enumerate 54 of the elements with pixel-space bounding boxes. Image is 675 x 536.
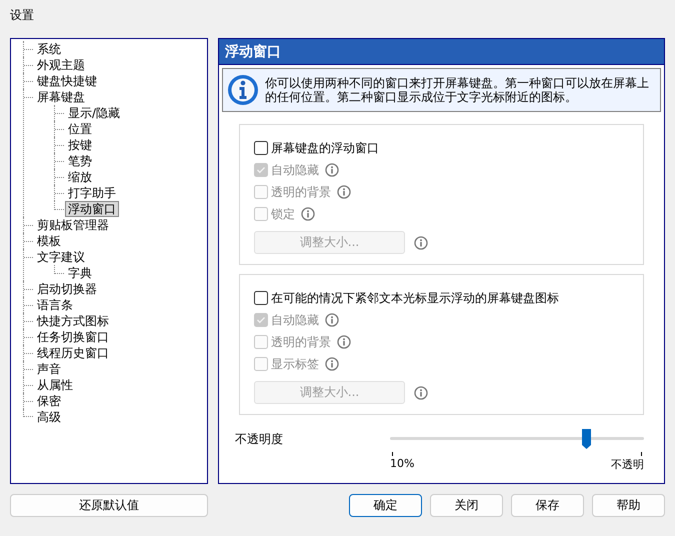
reset-defaults-button[interactable]: 还原默认值	[10, 494, 208, 517]
tree-item[interactable]: 文字建议	[34, 249, 88, 265]
info-text: 你可以使用两种不同的窗口来打开屏幕键盘。第一种窗口可以放在屏幕上的任何位置。第二种窗口显示成位于文字光标附近的图标。	[265, 76, 650, 104]
info-icon[interactable]	[325, 313, 339, 327]
tree-item[interactable]: 快捷方式图标	[34, 313, 112, 329]
info-icon[interactable]	[325, 163, 339, 177]
tree-item[interactable]: 笔势	[65, 153, 95, 169]
tree-item[interactable]: 外观主题	[34, 57, 88, 73]
info-icon[interactable]	[325, 357, 339, 371]
tree-item[interactable]: 高级	[34, 409, 64, 425]
dialog-button[interactable]: 帮助	[592, 494, 665, 517]
tree-item[interactable]: 声音	[34, 361, 64, 377]
tree-item[interactable]: 缩放	[65, 169, 95, 185]
tree-item[interactable]: 按键	[65, 137, 95, 153]
tree-item[interactable]: 系统	[34, 41, 64, 57]
dialog-button[interactable]: 保存	[511, 494, 584, 517]
tree-item[interactable]: 显示/隐藏	[65, 105, 124, 121]
tree-item[interactable]: 任务切换窗口	[34, 329, 112, 345]
checkbox[interactable]	[254, 141, 268, 155]
checkbox-label: 屏幕键盘的浮动窗口	[271, 140, 379, 156]
info-icon[interactable]	[414, 386, 428, 400]
tree-item[interactable]: 键盘快捷键	[34, 73, 100, 89]
tree-item[interactable]: 剪贴板管理器	[34, 217, 112, 233]
tree-item[interactable]: 保密	[34, 393, 64, 409]
tree-item[interactable]: 位置	[65, 121, 95, 137]
info-icon[interactable]	[414, 236, 428, 250]
max-label: 不透明	[611, 457, 644, 472]
tree-item[interactable]: 浮动窗口	[65, 201, 119, 217]
tree-item[interactable]: 字典	[65, 265, 95, 281]
tree-item[interactable]: 启动切换器	[34, 281, 100, 297]
checkbox-label: 锁定	[271, 206, 295, 222]
checkbox-label: 自动隐藏	[271, 162, 319, 178]
tree-item[interactable]: 打字助手	[65, 185, 119, 201]
info-icon	[227, 74, 259, 106]
checkbox[interactable]	[254, 291, 268, 305]
slider-thumb[interactable]	[580, 428, 592, 450]
info-icon[interactable]	[337, 185, 351, 199]
dialog-button[interactable]: 关闭	[430, 494, 503, 517]
info-icon[interactable]	[301, 207, 315, 221]
tree-item[interactable]: 模板	[34, 233, 64, 249]
tree-item[interactable]: 屏幕键盘	[34, 89, 88, 105]
info-icon[interactable]	[337, 335, 351, 349]
dialog-button[interactable]: 确定	[349, 494, 422, 517]
panel-title: 浮动窗口	[219, 39, 664, 65]
checkbox-label: 显示标签	[271, 356, 319, 372]
checkbox-label: 透明的背景	[271, 334, 331, 350]
min-label: 10%	[390, 457, 414, 472]
tree-item[interactable]: 线程历史窗口	[34, 345, 112, 361]
checkbox-label: 透明的背景	[271, 184, 331, 200]
opacity-label: 不透明度	[235, 431, 284, 448]
tree-item[interactable]: 从属性	[34, 377, 76, 393]
checkbox-label: 自动隐藏	[271, 312, 319, 328]
tree-item[interactable]: 语言条	[34, 297, 76, 313]
checkbox-label: 在可能的情况下紧邻文本光标显示浮动的屏幕键盘图标	[271, 290, 559, 306]
